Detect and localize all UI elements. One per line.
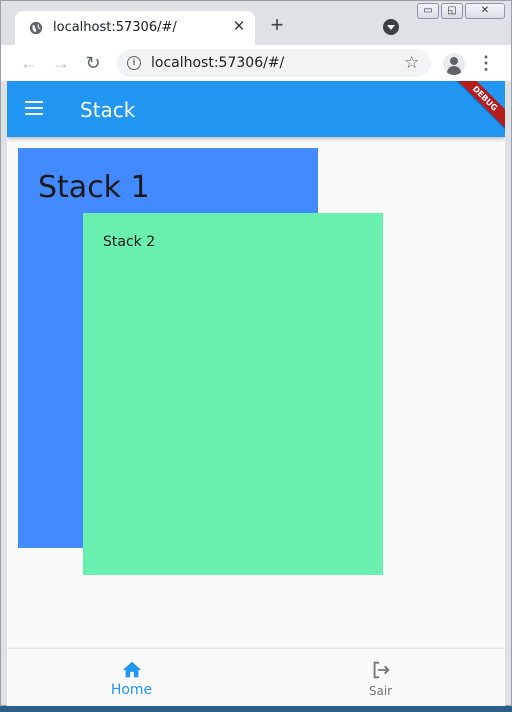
bottom-nav-home[interactable]: Home — [7, 649, 256, 707]
bottom-nav-sair-label: Sair — [368, 684, 393, 698]
stack-2-label: Stack 2 — [103, 234, 156, 250]
tab-title: localhost:57306/#/ — [53, 20, 177, 35]
browser-toolbar: ← → ↻ i localhost:57306/#/ ☆ ⋮ — [1, 45, 511, 81]
window-close-button[interactable]: ✕ — [465, 3, 505, 19]
tab-search-button[interactable] — [383, 19, 399, 35]
tab-close-icon[interactable]: ✕ — [231, 19, 247, 35]
browser-tab[interactable]: localhost:57306/#/ ✕ — [15, 11, 255, 45]
bottom-navigation-bar: Home Sair — [7, 648, 505, 707]
bottom-nav-sair[interactable]: Sair — [256, 649, 505, 707]
stack-1-label: Stack 1 — [38, 170, 150, 205]
info-icon[interactable]: i — [127, 56, 141, 70]
os-taskbar — [0, 706, 512, 712]
address-bar[interactable]: i localhost:57306/#/ — [117, 49, 431, 77]
new-tab-button[interactable]: + — [267, 14, 287, 36]
app-bar: Stack — [7, 81, 505, 137]
bottom-nav-home-label: Home — [110, 682, 153, 698]
globe-icon — [29, 21, 43, 35]
window-controls: ▭ ◱ ✕ — [417, 3, 505, 19]
back-button[interactable]: ← — [17, 51, 41, 75]
stack-2-box: Stack 2 — [83, 213, 383, 575]
forward-button[interactable]: → — [49, 51, 73, 75]
browser-menu-icon[interactable]: ⋮ — [477, 51, 495, 75]
browser-window: localhost:57306/#/ ✕ + ▭ ◱ ✕ ← → ↻ i loc… — [0, 0, 512, 707]
minimize-button[interactable]: ▭ — [417, 3, 439, 19]
app-title: Stack — [80, 98, 136, 122]
restore-button[interactable]: ◱ — [441, 3, 463, 19]
profile-avatar-icon[interactable] — [443, 53, 465, 75]
bookmark-star-icon[interactable]: ☆ — [404, 51, 419, 75]
tab-strip: localhost:57306/#/ ✕ + ▭ ◱ ✕ — [1, 1, 511, 45]
logout-icon — [373, 661, 390, 679]
reload-button[interactable]: ↻ — [81, 51, 105, 75]
home-icon — [122, 661, 142, 678]
page-viewport: Stack DEBUG Stack 1 Stack 2 Home Sair — [7, 81, 505, 707]
url-text[interactable]: localhost:57306/#/ — [151, 55, 284, 71]
hamburger-menu-icon[interactable] — [25, 101, 45, 117]
